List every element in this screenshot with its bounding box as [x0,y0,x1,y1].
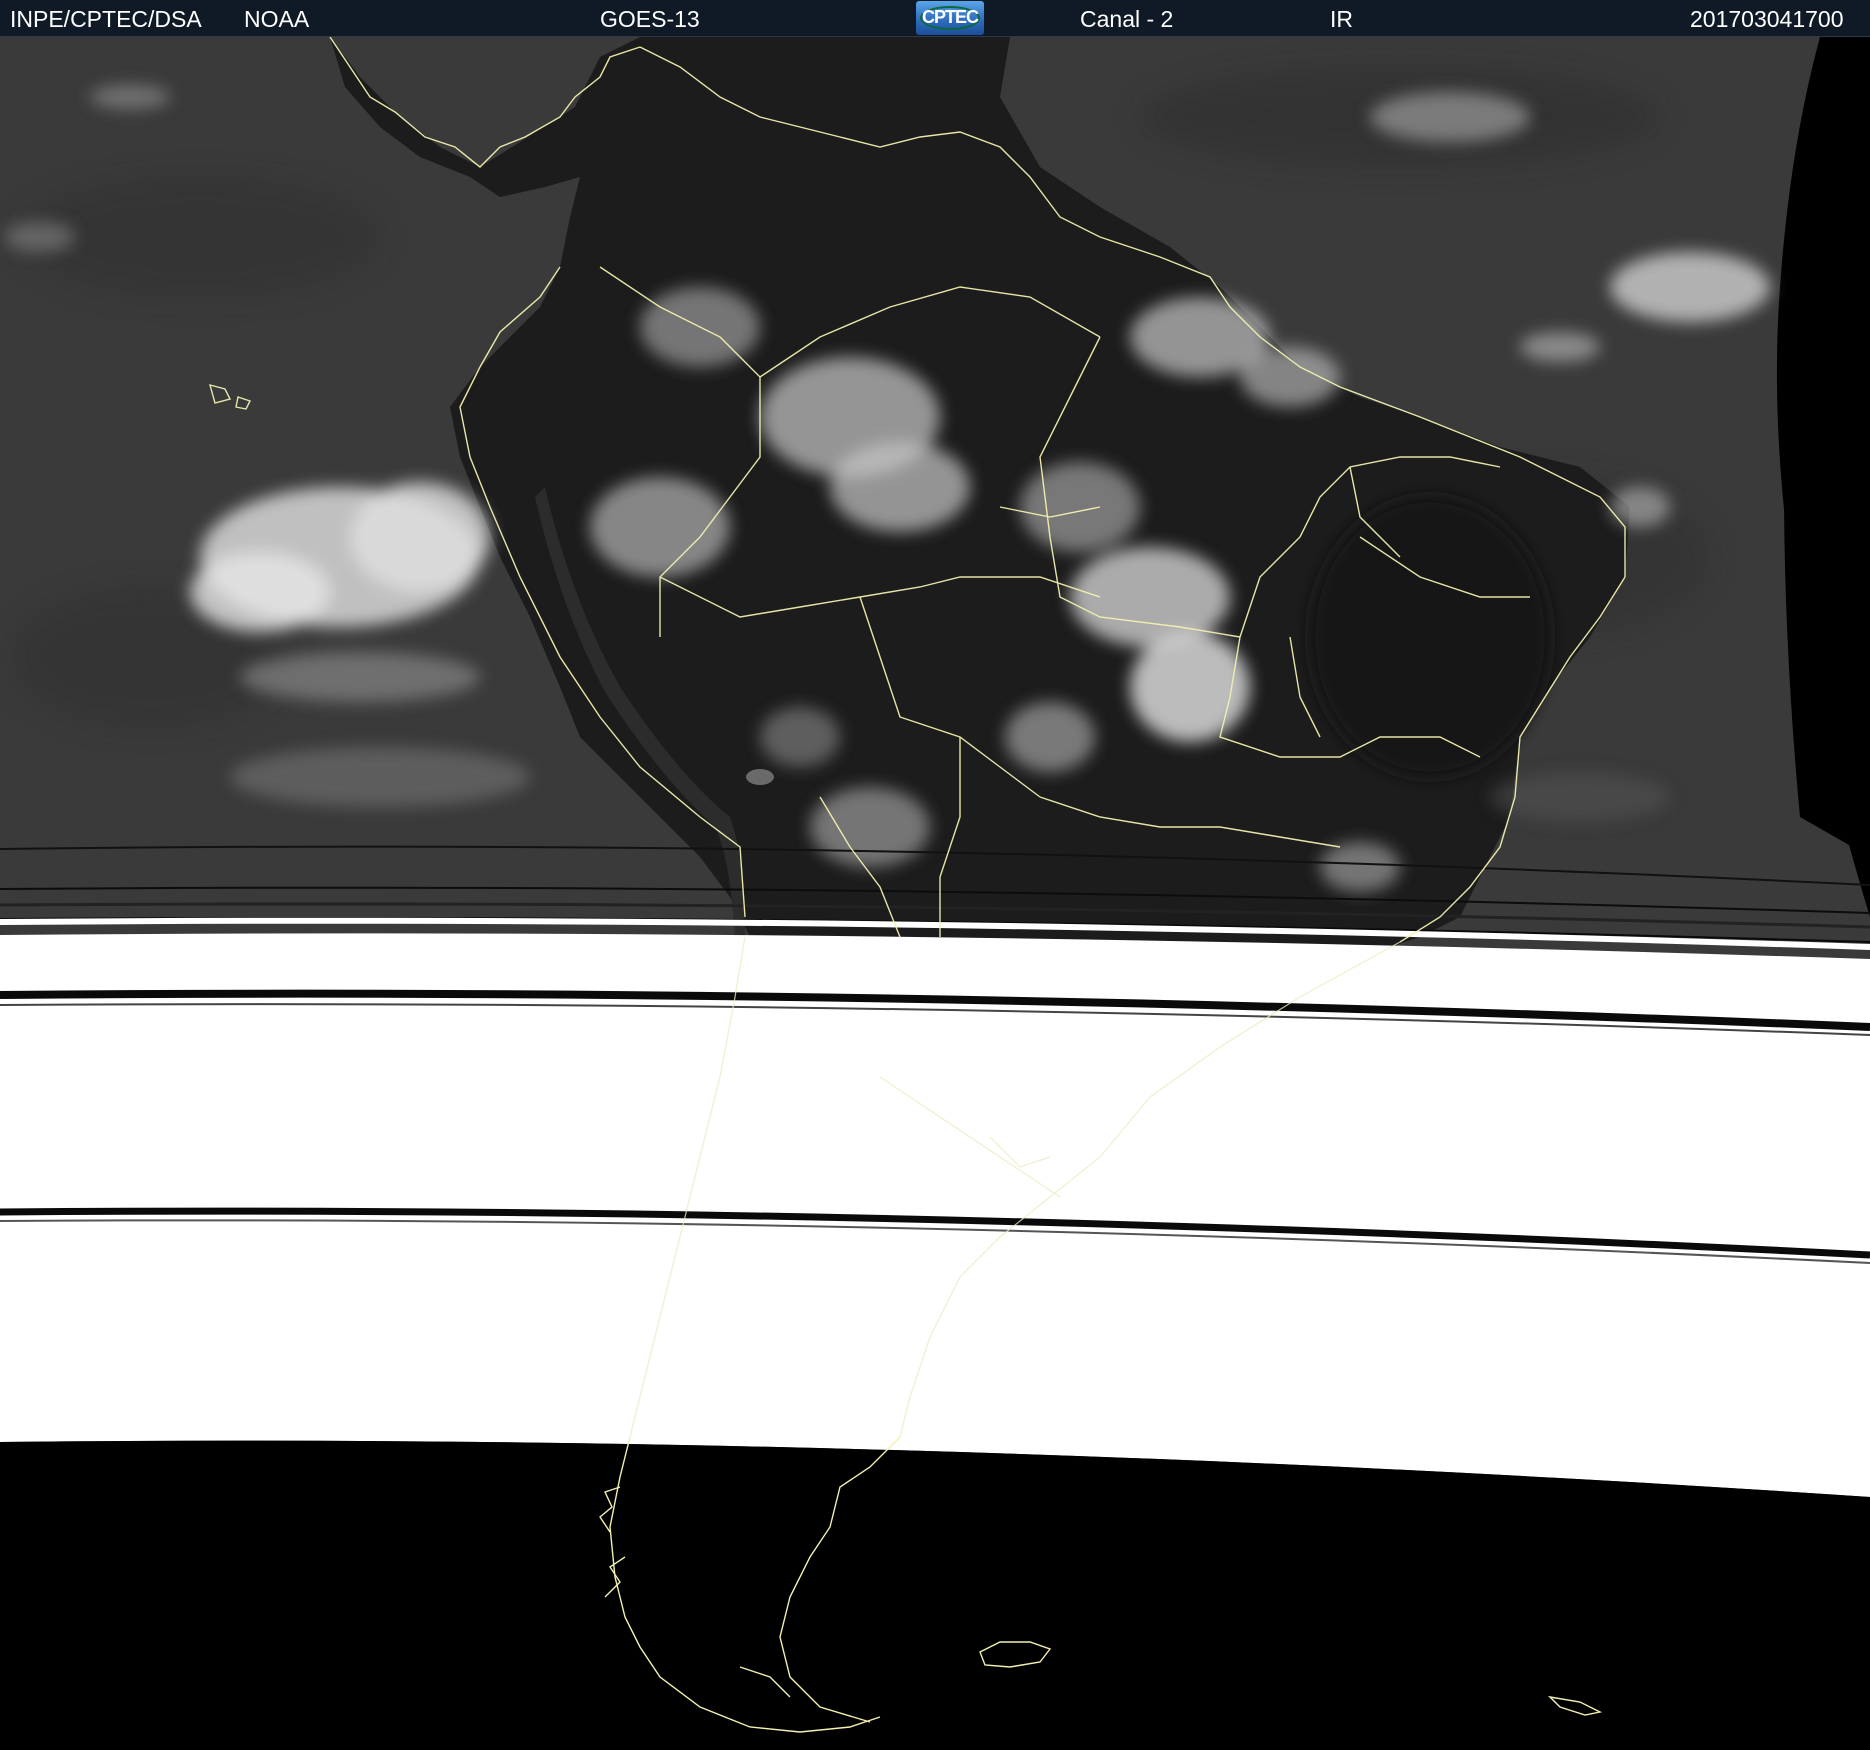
image-header-bar: INPE/CPTEC/DSA NOAA GOES-13 CPTEC Canal … [0,0,1870,37]
source-label: NOAA [244,6,310,32]
southern-dark-area [0,1440,1870,1750]
missing-data-band [0,917,1870,1497]
satellite-label: GOES-13 [600,6,700,32]
agency-label: INPE/CPTEC/DSA [10,6,202,32]
band-label: IR [1330,6,1353,32]
logo-text: CPTEC [921,7,979,27]
cptec-logo: CPTEC [916,1,984,35]
channel-label: Canal - 2 [1080,6,1174,32]
satellite-image [0,37,1870,1750]
timestamp-label: 201703041700 [1690,6,1844,32]
satellite-viewer: INPE/CPTEC/DSA NOAA GOES-13 CPTEC Canal … [0,0,1870,1750]
